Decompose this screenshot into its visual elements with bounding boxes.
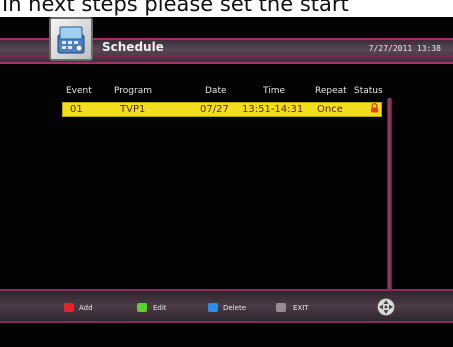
stb-screen: Schedule 7/27/2011 13:38 Event Program D… <box>0 17 453 347</box>
column-header-date: Date <box>205 86 227 96</box>
column-header-event: Event <box>66 86 92 96</box>
cell-date: 07/27 <box>200 104 229 115</box>
green-key-icon <box>137 303 147 312</box>
column-header-program: Program <box>114 86 152 96</box>
column-header-status: Status <box>354 86 383 96</box>
exit-key-label[interactable]: EXIT <box>293 304 309 312</box>
exit-key-icon <box>276 303 286 312</box>
add-key-label[interactable]: Add <box>79 304 93 312</box>
clock-readout: 7/27/2011 13:38 <box>368 44 441 53</box>
cell-event: 01 <box>70 104 83 115</box>
page-title: Schedule <box>102 40 164 54</box>
schedule-list[interactable] <box>58 97 390 293</box>
red-key-icon <box>64 303 74 312</box>
schedule-app-icon <box>49 17 93 61</box>
caption-text: In next steps please set the start <box>2 0 349 16</box>
cell-program: TVP1 <box>120 104 146 115</box>
cell-repeat: Once <box>317 104 343 115</box>
navigation-pad-icon <box>377 298 395 316</box>
lock-icon <box>371 103 378 113</box>
edit-key-label[interactable]: Edit <box>153 304 167 312</box>
delete-key-label[interactable]: Delete <box>223 304 246 312</box>
cell-time: 13:51-14:31 <box>242 104 304 115</box>
blue-key-icon <box>208 303 218 312</box>
column-header-repeat: Repeat <box>315 86 347 96</box>
column-header-time: Time <box>263 86 286 96</box>
list-scrollbar[interactable] <box>387 98 392 292</box>
